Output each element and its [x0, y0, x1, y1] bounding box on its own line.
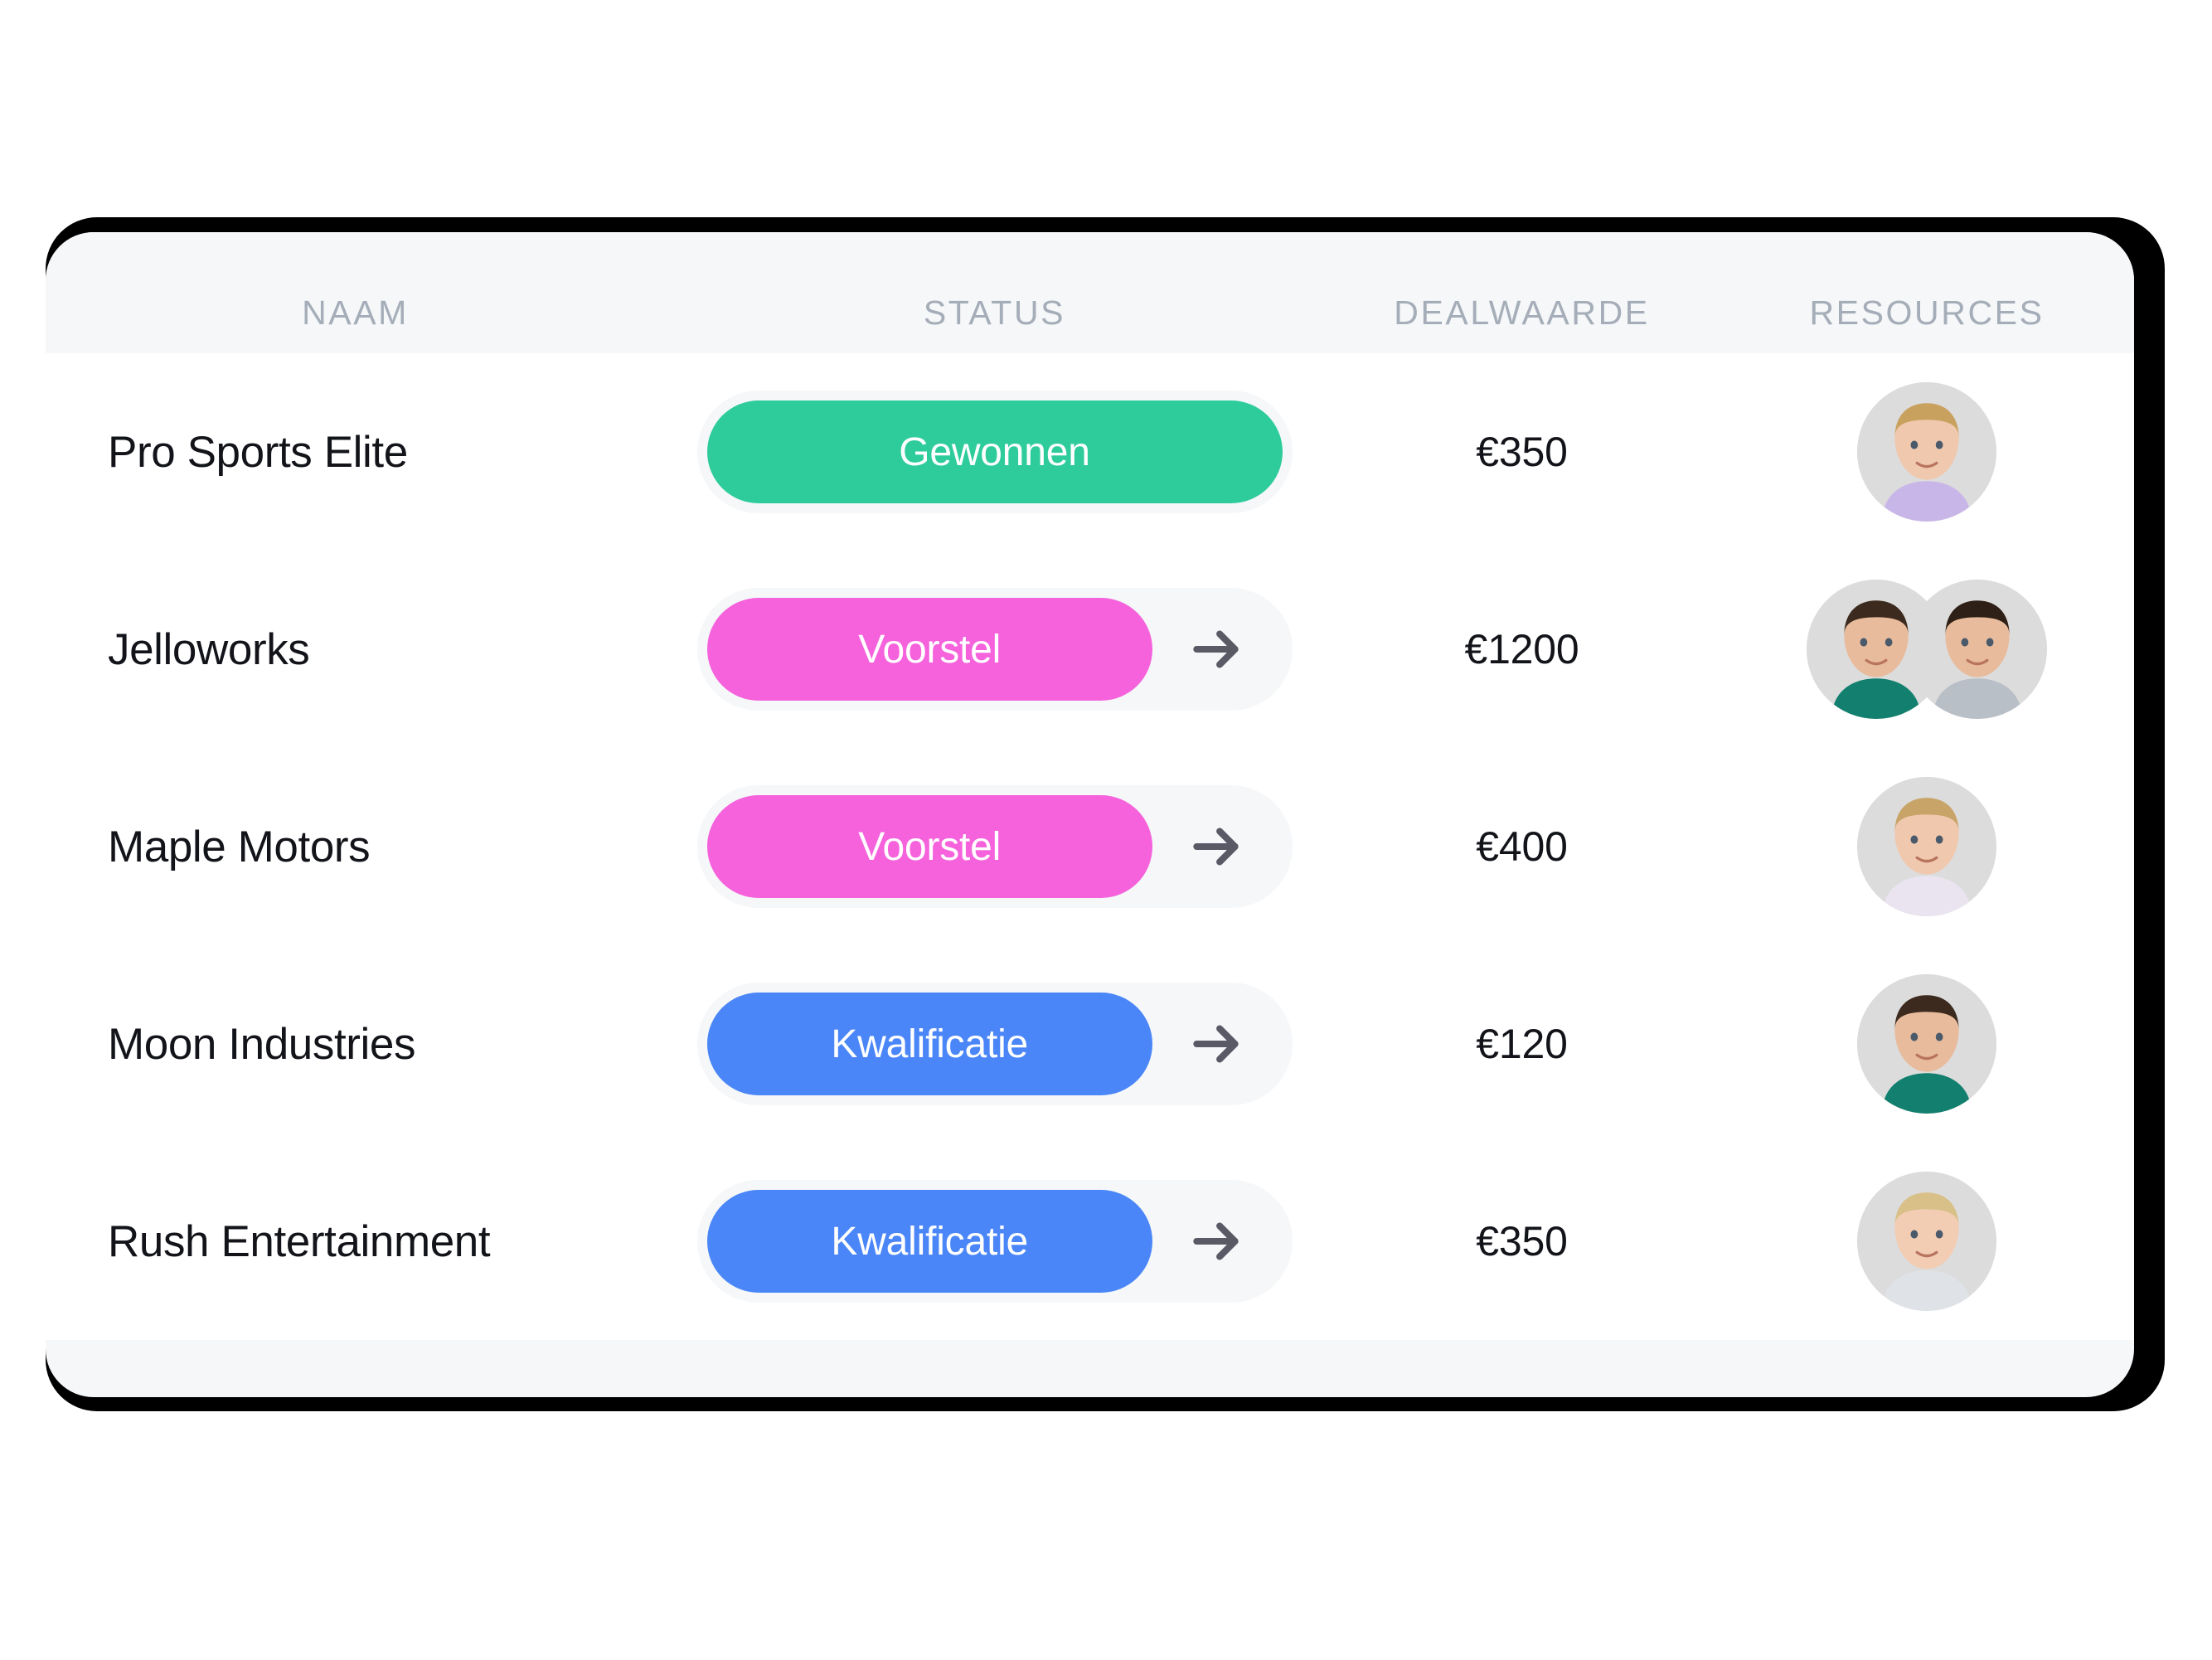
avatar-group: [1857, 777, 1996, 916]
status-cell: Gewonnen: [665, 353, 1324, 551]
status-badge[interactable]: Kwalificatie: [706, 993, 1152, 1095]
table-row[interactable]: Moon Industries Kwalificatie €120: [46, 945, 2134, 1143]
avatar[interactable]: [1857, 1172, 1996, 1311]
status-badge[interactable]: Kwalificatie: [706, 1190, 1152, 1293]
status-badge[interactable]: Voorstel: [706, 795, 1152, 898]
avatar[interactable]: [1857, 777, 1996, 916]
deal-name: Moon Industries: [108, 1019, 416, 1069]
status-badge[interactable]: Voorstel: [706, 598, 1152, 701]
deal-name: Pro Sports Elite: [108, 427, 408, 477]
column-header-resources[interactable]: RESOURCES: [1720, 232, 2134, 353]
table-row[interactable]: Rush Entertainment Kwalificatie €350: [46, 1143, 2134, 1340]
resources-cell: [1720, 748, 2134, 945]
status-track[interactable]: Kwalificatie: [696, 1180, 1293, 1303]
device-bezel: NAAM STATUS DEALWAARDE RESOURCES Pro Spo…: [46, 217, 2165, 1411]
arrow-right-icon[interactable]: [1152, 1190, 1283, 1293]
deal-value: €350: [1476, 1218, 1568, 1264]
deal-name: Maple Motors: [108, 822, 371, 871]
resources-cell: [1720, 945, 2134, 1143]
deals-card: NAAM STATUS DEALWAARDE RESOURCES Pro Spo…: [46, 232, 2134, 1397]
avatar-group: [1857, 974, 1996, 1114]
status-track[interactable]: Gewonnen: [696, 391, 1293, 513]
status-cell: Voorstel: [665, 551, 1324, 748]
status-cell: Voorstel: [665, 748, 1324, 945]
table-body: Pro Sports Elite Gewonnen €350 Jelloworks Vo…: [46, 353, 2134, 1340]
table-row[interactable]: Pro Sports Elite Gewonnen €350: [46, 353, 2134, 551]
avatar-group: [1857, 382, 1996, 522]
deal-name: Jelloworks: [108, 624, 310, 674]
avatar[interactable]: [1857, 974, 1996, 1114]
column-header-dealwaarde[interactable]: DEALWAARDE: [1324, 232, 1720, 353]
deals-table: NAAM STATUS DEALWAARDE RESOURCES Pro Spo…: [46, 232, 2134, 1397]
deal-value: €120: [1476, 1021, 1568, 1067]
status-cell: Kwalificatie: [665, 945, 1324, 1143]
arrow-right-icon[interactable]: [1152, 993, 1283, 1095]
avatar[interactable]: [1908, 580, 2047, 719]
deal-value: €400: [1476, 823, 1568, 870]
table-header-row: NAAM STATUS DEALWAARDE RESOURCES: [46, 232, 2134, 353]
status-track[interactable]: Kwalificatie: [696, 983, 1293, 1105]
status-badge[interactable]: Gewonnen: [706, 400, 1283, 503]
deal-name: Rush Entertainment: [108, 1216, 491, 1266]
column-header-naam[interactable]: NAAM: [46, 232, 665, 353]
table-row[interactable]: Jelloworks Voorstel €1200: [46, 551, 2134, 748]
arrow-right-icon[interactable]: [1152, 598, 1283, 701]
status-cell: Kwalificatie: [665, 1143, 1324, 1340]
resources-cell: [1720, 353, 2134, 551]
arrow-right-icon[interactable]: [1152, 795, 1283, 898]
column-header-status[interactable]: STATUS: [665, 232, 1324, 353]
avatar-group: [1807, 580, 2047, 719]
resources-cell: [1720, 551, 2134, 748]
avatar[interactable]: [1857, 382, 1996, 522]
deal-value: €350: [1476, 429, 1568, 475]
avatar-group: [1857, 1172, 1996, 1311]
status-track[interactable]: Voorstel: [696, 785, 1293, 908]
deal-value: €1200: [1464, 626, 1579, 672]
resources-cell: [1720, 1143, 2134, 1340]
table-row[interactable]: Maple Motors Voorstel €400: [46, 748, 2134, 945]
status-track[interactable]: Voorstel: [696, 588, 1293, 711]
